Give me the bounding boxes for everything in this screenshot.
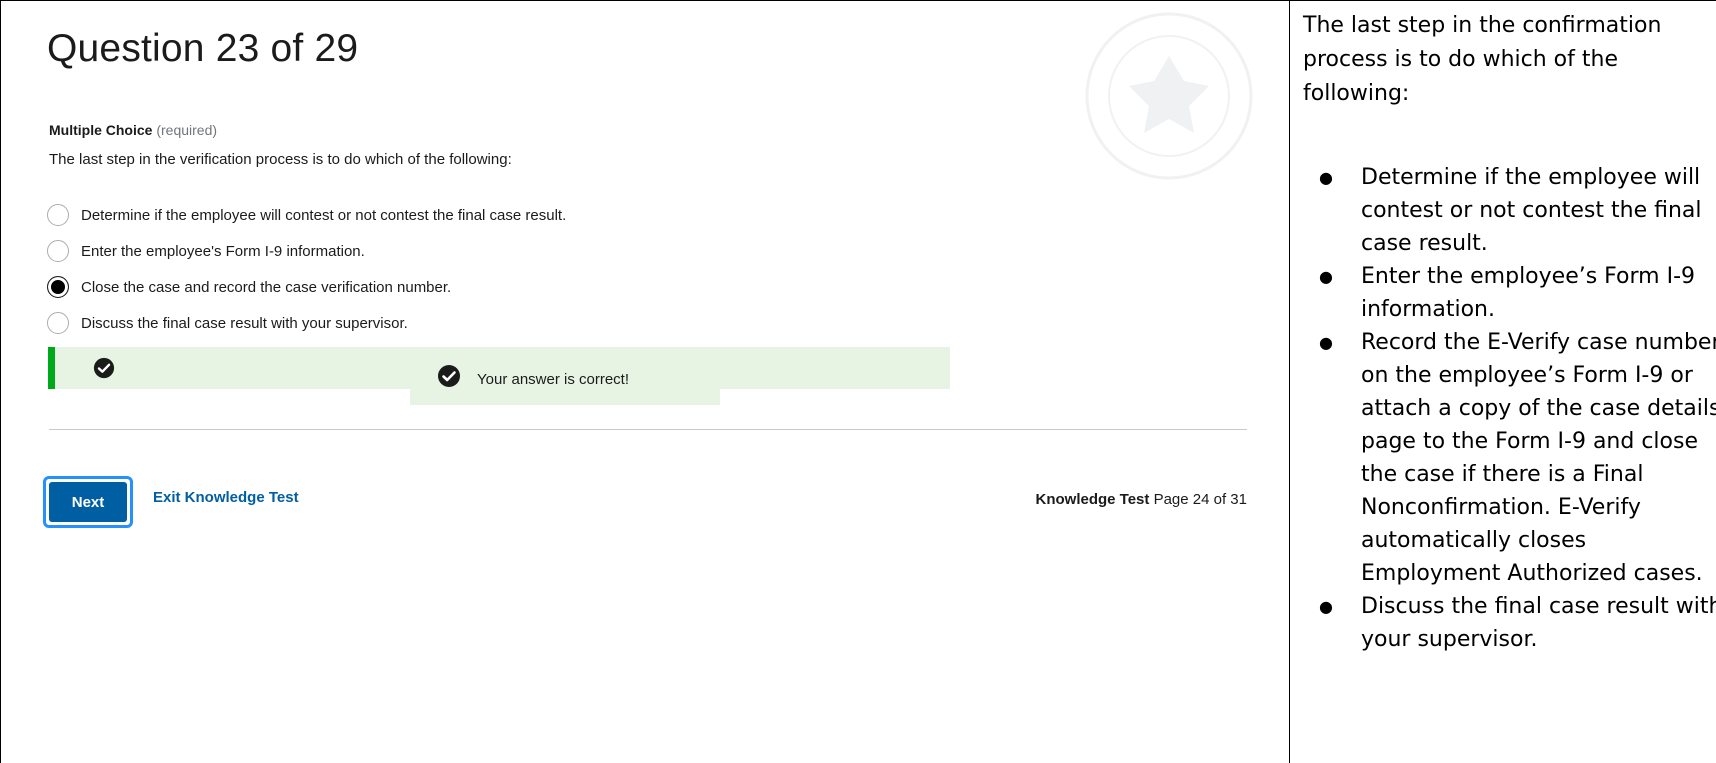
radio-button[interactable] — [47, 240, 69, 262]
answer-option-selected[interactable]: Close the case and record the case verif… — [47, 269, 566, 305]
radio-button[interactable] — [47, 312, 69, 334]
answer-options: Determine if the employee will contest o… — [47, 197, 566, 341]
reference-bullet-item: ● Discuss the final case result with you… — [1303, 590, 1716, 656]
reference-bullets: ● Determine if the employee will contest… — [1303, 161, 1716, 656]
radio-button-selected[interactable] — [47, 276, 69, 298]
answer-option-label: Enter the employee's Form I-9 informatio… — [81, 242, 365, 260]
answer-option[interactable]: Enter the employee's Form I-9 informatio… — [47, 233, 566, 269]
bullet-icon: ● — [1319, 267, 1333, 286]
required-label: (required) — [156, 122, 218, 138]
next-button[interactable]: Next — [43, 476, 133, 528]
question-type-label: Multiple Choice — [49, 122, 153, 138]
feedback-message-box: Your answer is correct! — [410, 347, 720, 405]
reference-bullet-item: ● Determine if the employee will contest… — [1303, 161, 1716, 260]
question-type: Multiple Choice (required) — [49, 122, 217, 138]
check-circle-icon — [438, 365, 460, 387]
dhs-seal-watermark-icon — [1085, 12, 1253, 180]
page-indicator: Knowledge Test Page 24 of 31 — [1036, 491, 1248, 508]
next-button-label: Next — [49, 482, 127, 522]
reference-question: The last step in the confirmation proces… — [1303, 13, 1662, 106]
bullet-icon: ● — [1319, 333, 1333, 352]
reference-bullet-text: Enter the employee’s Form I-9 informatio… — [1361, 264, 1696, 322]
answer-option[interactable]: Determine if the employee will contest o… — [47, 197, 566, 233]
reference-bullet-text: Discuss the final case result with your … — [1361, 594, 1716, 652]
reference-bullet-text: Determine if the employee will contest o… — [1361, 165, 1702, 256]
reference-bullet-item: ● Enter the employee’s Form I-9 informat… — [1303, 260, 1716, 326]
page-count: Page 24 of 31 — [1153, 491, 1247, 508]
answer-option[interactable]: Discuss the final case result with your … — [47, 305, 566, 341]
bullet-icon: ● — [1319, 168, 1333, 187]
feedback-alert: Your answer is correct! — [48, 347, 950, 405]
reference-bullet-text: Record the E-Verify case number on the e… — [1361, 330, 1716, 586]
answer-option-label: Determine if the employee will contest o… — [81, 206, 567, 224]
reference-panel: The last step in the confirmation proces… — [1290, 1, 1716, 763]
radio-button[interactable] — [47, 204, 69, 226]
question-prompt: The last step in the verification proces… — [49, 151, 512, 168]
knowledge-test-label: Knowledge Test — [1035, 491, 1150, 508]
exit-knowledge-test-link[interactable]: Exit Knowledge Test — [153, 489, 299, 506]
question-title: Question 23 of 29 — [47, 27, 359, 70]
answer-option-label: Discuss the final case result with your … — [81, 314, 408, 332]
bullet-icon: ● — [1319, 597, 1333, 616]
divider-line — [49, 429, 1247, 430]
check-circle-icon — [93, 357, 115, 379]
knowledge-test-screenshot: Question 23 of 29 Multiple Choice (requi… — [1, 1, 1289, 763]
feedback-message: Your answer is correct! — [477, 370, 630, 388]
answer-option-label: Close the case and record the case verif… — [81, 278, 452, 296]
reference-bullet-item: ● Record the E-Verify case number on the… — [1303, 326, 1716, 590]
